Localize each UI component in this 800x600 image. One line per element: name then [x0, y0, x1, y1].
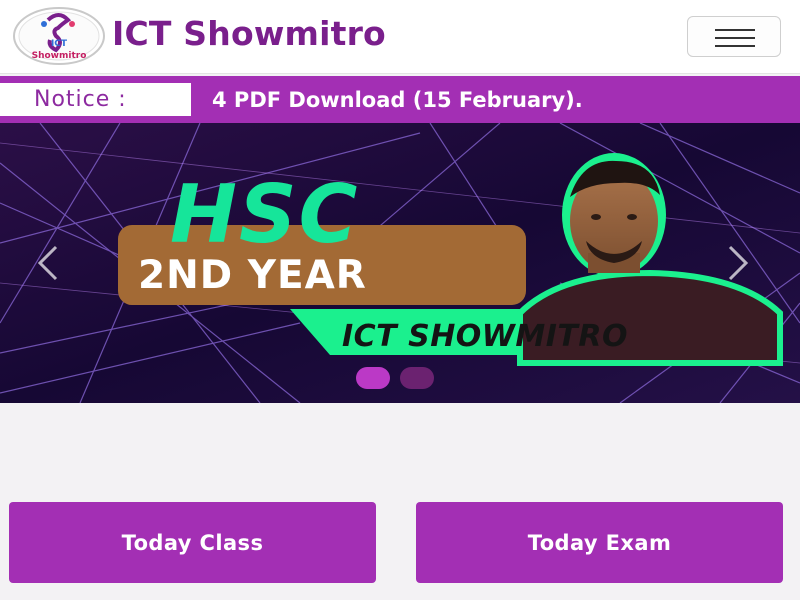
site-logo[interactable]: ICT Showmitro — [12, 6, 106, 66]
slide-ribbon-text: ICT SHOWMITRO — [342, 319, 628, 354]
hamburger-line — [715, 37, 755, 39]
top-navbar: ICT Showmitro ICT Showmitro — [0, 0, 800, 74]
notice-bar: Notice : 4 PDF Download (15 February). — [0, 76, 800, 123]
carousel-indicator-active[interactable] — [356, 367, 390, 389]
svg-text:ICT: ICT — [51, 39, 68, 49]
slide-subtitle: 2ND YEAR — [138, 253, 367, 298]
notice-marquee-text[interactable]: 4 PDF Download (15 February). — [212, 84, 583, 116]
brand-title[interactable]: ICT Showmitro — [112, 14, 386, 53]
hamburger-menu-button[interactable] — [687, 16, 781, 57]
hero-carousel[interactable]: HSC 2ND YEAR ICT SHOWMITRO — [0, 123, 800, 403]
svg-text:Showmitro: Showmitro — [32, 51, 87, 61]
carousel-next-button[interactable] — [724, 241, 754, 285]
chevron-right-icon — [728, 245, 749, 281]
carousel-indicator[interactable] — [400, 367, 434, 389]
notice-label: Notice : — [0, 83, 191, 116]
carousel-prev-button[interactable] — [32, 241, 62, 285]
carousel-indicators — [356, 367, 436, 389]
slide-title: HSC — [170, 168, 360, 261]
banner-background — [0, 123, 800, 403]
hamburger-menu-icon — [715, 29, 755, 31]
today-class-button[interactable]: Today Class — [9, 502, 376, 583]
today-exam-button[interactable]: Today Exam — [416, 502, 783, 583]
hamburger-line — [715, 45, 755, 47]
chevron-left-icon — [37, 245, 58, 281]
